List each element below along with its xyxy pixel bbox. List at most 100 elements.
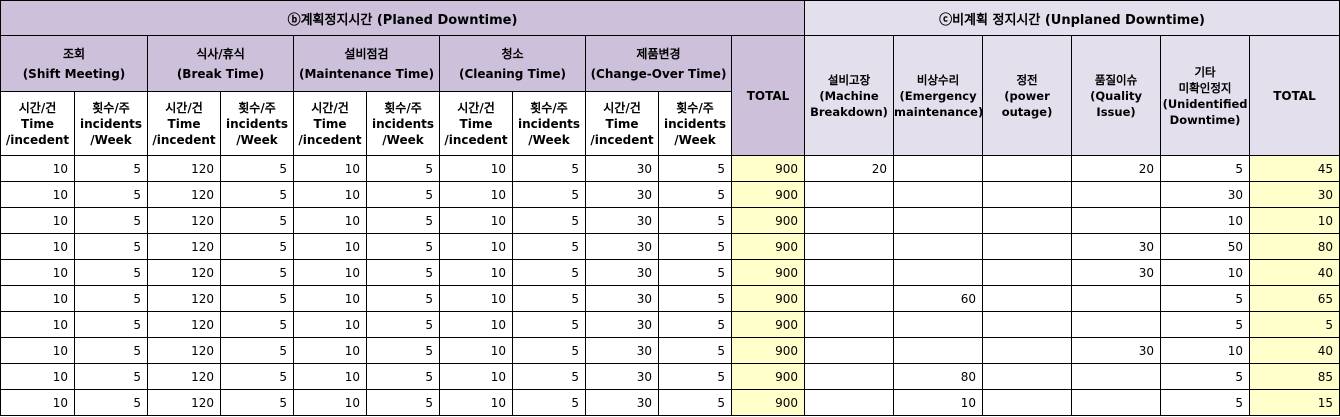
table-cell[interactable]: 5 [512, 207, 586, 234]
table-cell[interactable]: 120 [147, 259, 221, 286]
table-cell[interactable]: 10 [293, 363, 367, 390]
table-cell[interactable]: 5 [366, 155, 440, 182]
table-cell[interactable]: 5 [220, 337, 294, 364]
table-cell[interactable]: 5 [74, 233, 148, 260]
table-cell[interactable]: 30 [585, 155, 659, 182]
table-cell[interactable] [1071, 311, 1162, 338]
table-cell[interactable]: 10 [439, 311, 513, 338]
table-cell[interactable]: 10 [0, 337, 75, 364]
table-cell[interactable]: 30 [585, 311, 659, 338]
table-cell[interactable] [804, 181, 895, 208]
table-cell[interactable] [982, 389, 1073, 416]
table-cell[interactable]: 10 [439, 363, 513, 390]
table-cell[interactable] [893, 259, 984, 286]
planned-total-cell[interactable]: 900 [730, 363, 806, 390]
planned-total-cell[interactable]: 900 [730, 311, 806, 338]
table-cell[interactable] [804, 363, 895, 390]
table-cell[interactable]: 80 [893, 363, 984, 390]
planned-total-cell[interactable]: 900 [730, 389, 806, 416]
table-cell[interactable]: 5 [366, 363, 440, 390]
table-cell[interactable]: 10 [0, 181, 75, 208]
table-cell[interactable]: 10 [293, 311, 367, 338]
unplanned-total-cell[interactable]: 45 [1249, 155, 1340, 182]
table-cell[interactable]: 60 [893, 285, 984, 312]
table-cell[interactable] [1071, 285, 1162, 312]
table-cell[interactable]: 30 [585, 259, 659, 286]
table-cell[interactable]: 5 [512, 363, 586, 390]
unplanned-total-cell[interactable]: 40 [1249, 259, 1340, 286]
table-cell[interactable] [893, 233, 984, 260]
unplanned-total-cell[interactable]: 40 [1249, 337, 1340, 364]
table-cell[interactable]: 30 [1071, 233, 1162, 260]
table-cell[interactable]: 10 [293, 207, 367, 234]
planned-total-cell[interactable]: 900 [730, 259, 806, 286]
table-cell[interactable]: 5 [658, 181, 732, 208]
table-cell[interactable]: 120 [147, 337, 221, 364]
table-cell[interactable] [893, 155, 984, 182]
table-cell[interactable] [1071, 363, 1162, 390]
table-cell[interactable]: 10 [293, 337, 367, 364]
table-cell[interactable]: 5 [74, 285, 148, 312]
table-cell[interactable] [804, 207, 895, 234]
table-cell[interactable]: 10 [0, 363, 75, 390]
table-cell[interactable]: 5 [658, 259, 732, 286]
planned-total-cell[interactable]: 900 [730, 207, 806, 234]
table-cell[interactable] [982, 181, 1073, 208]
table-cell[interactable]: 10 [0, 311, 75, 338]
table-cell[interactable]: 10 [0, 233, 75, 260]
table-cell[interactable]: 5 [220, 363, 294, 390]
table-cell[interactable] [1071, 181, 1162, 208]
table-cell[interactable]: 5 [220, 155, 294, 182]
table-cell[interactable]: 120 [147, 181, 221, 208]
table-cell[interactable]: 5 [658, 285, 732, 312]
table-cell[interactable]: 10 [439, 207, 513, 234]
table-cell[interactable] [804, 233, 895, 260]
table-cell[interactable] [982, 207, 1073, 234]
table-cell[interactable]: 5 [220, 233, 294, 260]
table-cell[interactable]: 5 [366, 207, 440, 234]
table-cell[interactable]: 5 [366, 233, 440, 260]
table-cell[interactable]: 5 [658, 337, 732, 364]
table-cell[interactable] [1071, 389, 1162, 416]
table-cell[interactable]: 5 [512, 181, 586, 208]
planned-total-cell[interactable]: 900 [730, 233, 806, 260]
table-cell[interactable]: 10 [439, 259, 513, 286]
table-cell[interactable]: 5 [658, 363, 732, 390]
table-cell[interactable] [1071, 207, 1162, 234]
table-cell[interactable]: 5 [220, 259, 294, 286]
planned-total-cell[interactable]: 900 [730, 181, 806, 208]
table-cell[interactable]: 5 [512, 337, 586, 364]
table-cell[interactable]: 30 [585, 207, 659, 234]
table-cell[interactable]: 10 [1160, 337, 1251, 364]
table-cell[interactable]: 30 [1160, 181, 1251, 208]
table-cell[interactable]: 30 [585, 233, 659, 260]
table-cell[interactable] [804, 259, 895, 286]
table-cell[interactable]: 10 [0, 285, 75, 312]
table-cell[interactable]: 5 [658, 311, 732, 338]
table-cell[interactable]: 5 [366, 259, 440, 286]
table-cell[interactable]: 5 [366, 311, 440, 338]
table-cell[interactable] [893, 181, 984, 208]
table-cell[interactable] [804, 337, 895, 364]
table-cell[interactable]: 10 [893, 389, 984, 416]
unplanned-total-cell[interactable]: 15 [1249, 389, 1340, 416]
table-cell[interactable]: 5 [1160, 363, 1251, 390]
table-cell[interactable]: 10 [293, 389, 367, 416]
table-cell[interactable]: 5 [1160, 311, 1251, 338]
table-cell[interactable]: 10 [439, 233, 513, 260]
table-cell[interactable]: 120 [147, 311, 221, 338]
table-cell[interactable]: 5 [658, 155, 732, 182]
table-cell[interactable]: 10 [293, 155, 367, 182]
table-cell[interactable] [982, 337, 1073, 364]
table-cell[interactable] [982, 311, 1073, 338]
table-cell[interactable]: 10 [293, 233, 367, 260]
table-cell[interactable] [982, 285, 1073, 312]
table-cell[interactable]: 50 [1160, 233, 1251, 260]
table-cell[interactable]: 5 [658, 233, 732, 260]
table-cell[interactable]: 10 [1160, 259, 1251, 286]
table-cell[interactable]: 5 [220, 207, 294, 234]
table-cell[interactable]: 5 [220, 311, 294, 338]
table-cell[interactable]: 5 [1160, 285, 1251, 312]
table-cell[interactable]: 5 [512, 311, 586, 338]
table-cell[interactable] [893, 337, 984, 364]
